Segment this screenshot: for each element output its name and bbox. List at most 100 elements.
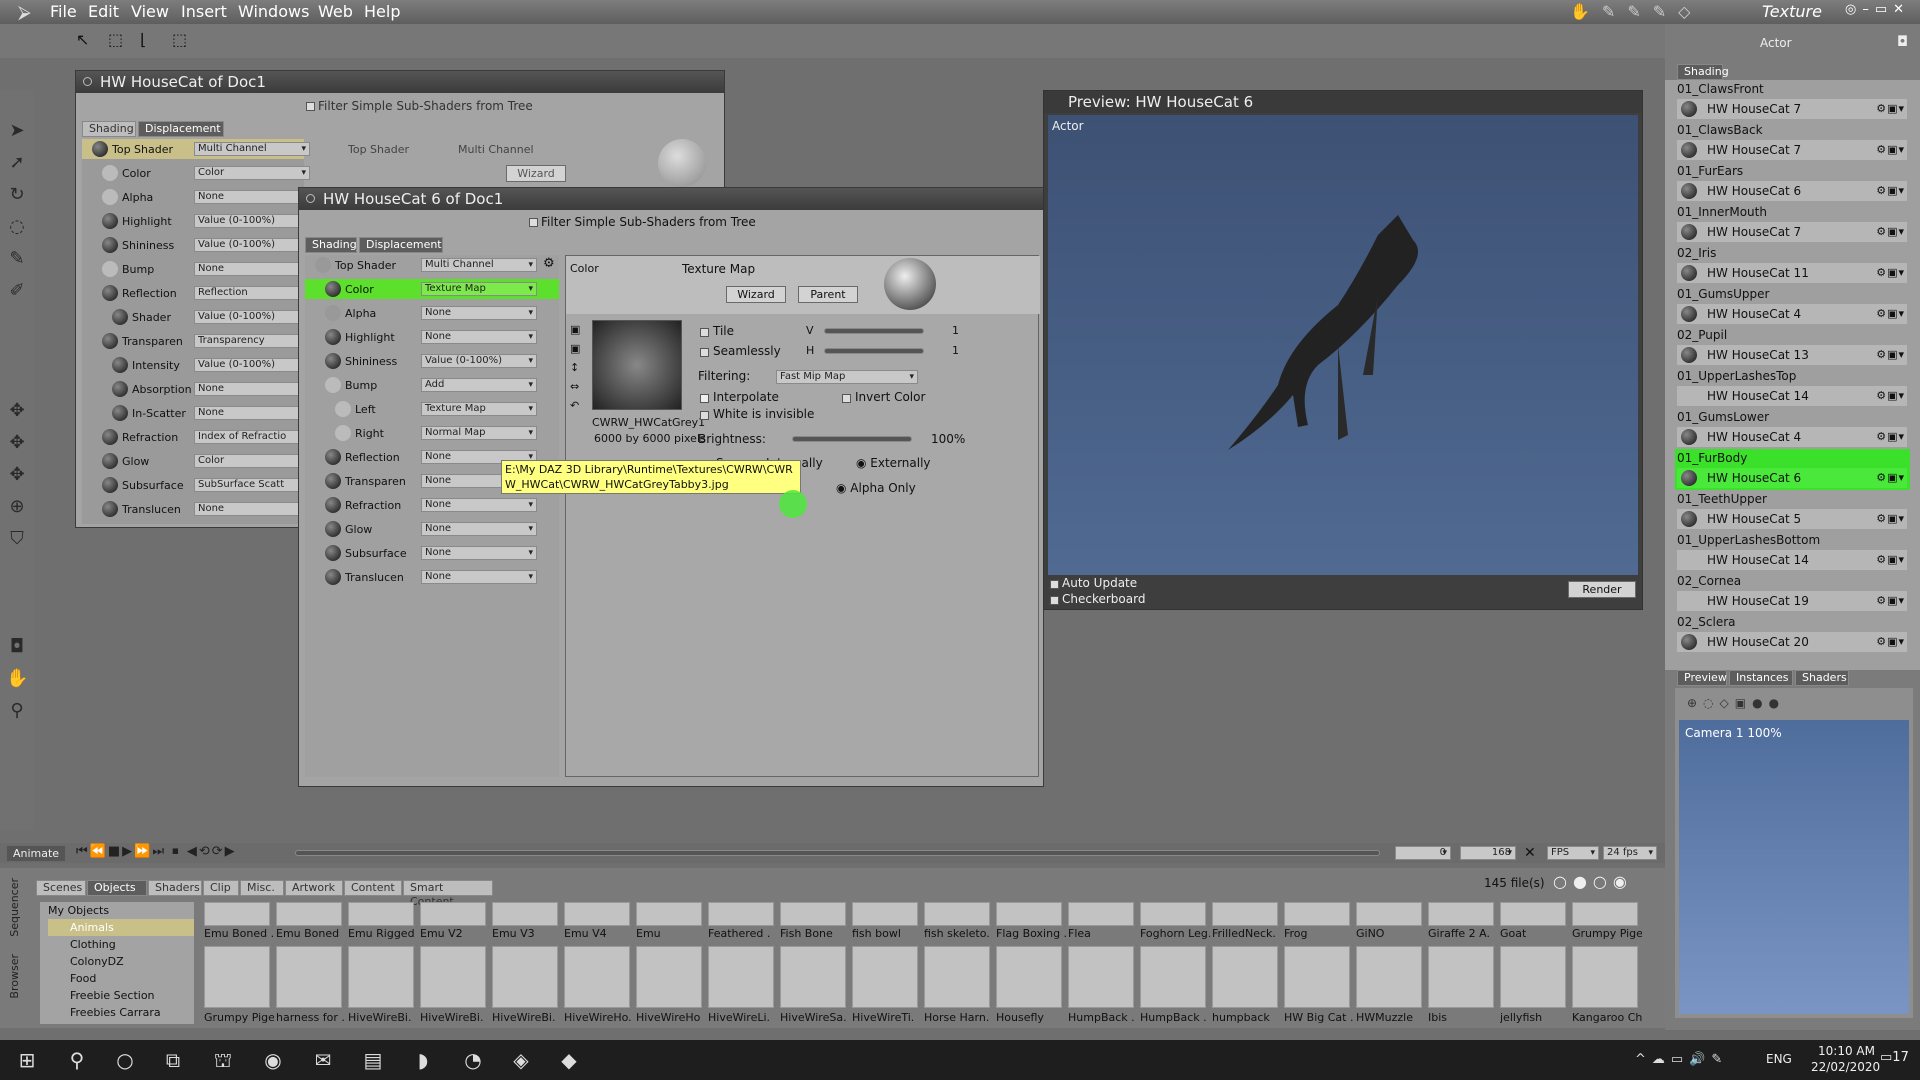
back-row[interactable]: Reflection Reflection (82, 283, 310, 303)
view-mode-icons[interactable]: ○●○◉ (1553, 872, 1633, 891)
thumbnail-label[interactable]: Giraffe 2 A. (1428, 927, 1498, 940)
thumbnail[interactable] (564, 946, 630, 1008)
thumbnail[interactable] (636, 946, 702, 1008)
list-item-selected[interactable]: 01_FurBody HW HouseCat 6 ⚙▣▾ (1675, 449, 1910, 490)
thumbnail-label[interactable]: Emu V3 (492, 927, 562, 940)
thumbnail[interactable] (996, 946, 1062, 1008)
tab-scenes[interactable]: Scenes (36, 880, 86, 896)
playback-controls[interactable]: ⏮⏪■▶⏩⏭ ⏹ ◀⟲⟳▶ (76, 844, 237, 859)
thumbnail-label[interactable]: HumpBack . (1068, 1011, 1138, 1024)
list-item[interactable]: 01_UpperLashesBottom HW HouseCat 14 ⚙▣▾ (1675, 531, 1910, 572)
bottom-tab-instances[interactable]: Instances (1729, 670, 1793, 686)
back-row[interactable]: Intensity Value (0-100%) (82, 355, 310, 375)
thumbnail-label[interactable]: Feathered . (708, 927, 778, 940)
list-item[interactable]: 01_UpperLashesTop HW HouseCat 14 ⚙▣▾ (1675, 367, 1910, 408)
corner-icon[interactable]: ⌊ (140, 30, 146, 49)
alpha-only-radio[interactable]: ◉ Alpha Only (836, 481, 916, 495)
tray-icons[interactable]: ^☁▭🔊✎ (1635, 1052, 1728, 1067)
menu-edit[interactable]: Edit (88, 2, 119, 21)
thumbnail[interactable] (492, 946, 558, 1008)
back-row[interactable]: Highlight Value (0-100%) (82, 211, 310, 231)
back-tab-displacement[interactable]: Displacement (138, 121, 224, 137)
thumbnail-label[interactable]: HWMuzzle (1356, 1011, 1426, 1024)
back-row-top-shader[interactable]: Top Shader Multi Channel (82, 139, 310, 159)
thumbnail-label[interactable]: Grumpy Pige. (204, 1011, 274, 1024)
v-slider[interactable] (824, 328, 924, 334)
thumbnail[interactable] (348, 946, 414, 1008)
thumbnail-label[interactable]: Goat (1500, 927, 1570, 940)
thumbnail-label[interactable]: HiveWireHo. (564, 1011, 634, 1024)
back-row[interactable]: Subsurface SubSurface Scatt (82, 475, 310, 495)
thumbnail[interactable] (1572, 946, 1638, 1008)
interpolate-checkbox[interactable] (700, 394, 709, 403)
thumbnail-label[interactable]: Emu (636, 927, 706, 940)
preview-render-area[interactable]: Actor (1048, 115, 1638, 575)
menu-insert[interactable]: Insert (181, 2, 227, 21)
thumbnail[interactable] (1140, 946, 1206, 1008)
front-row[interactable]: Subsurface None (305, 543, 559, 563)
front-filter-checkbox[interactable] (529, 218, 538, 227)
front-row-top-shader[interactable]: Top ShaderMulti Channel⚙ (305, 255, 559, 275)
list-item[interactable]: 01_GumsLower HW HouseCat 4 ⚙▣▾ (1675, 408, 1910, 449)
bottom-tab-preview[interactable]: Preview (1677, 670, 1727, 686)
front-row[interactable]: Left Texture Map (305, 399, 559, 419)
menu-web[interactable]: Web (318, 2, 353, 21)
back-row[interactable]: Color Color (82, 163, 310, 183)
back-row[interactable]: Transparen Transparency (82, 331, 310, 351)
thumbnail-label[interactable]: HiveWireTi. (852, 1011, 922, 1024)
thumbnail-label[interactable]: Emu V2 (420, 927, 490, 940)
menu-view[interactable]: View (131, 2, 169, 21)
back-row[interactable]: Alpha None (82, 187, 310, 207)
thumbnail-label[interactable]: Fish Bone (780, 927, 850, 940)
thumbnail-label[interactable]: Kangaroo Ch. (1572, 1011, 1642, 1024)
texture-thumbnail[interactable] (592, 320, 682, 410)
thumbnail-label[interactable]: Housefly (996, 1011, 1066, 1024)
thumbnail[interactable] (780, 946, 846, 1008)
thumbnail[interactable] (924, 946, 990, 1008)
task-view-icon[interactable]: ⧉ (160, 1048, 186, 1074)
menu-file[interactable]: File (50, 2, 77, 21)
shield-tool-icon[interactable]: ⛉ (6, 528, 28, 550)
carrara-icon[interactable]: ◈ (508, 1048, 534, 1074)
thumbnail-label[interactable]: Emu Boned . (204, 927, 274, 940)
fps-value-select[interactable]: 24 fps (1603, 846, 1657, 860)
thumbnail-label[interactable]: Emu V4 (564, 927, 634, 940)
list-item[interactable]: 01_InnerMouth HW HouseCat 7 ⚙▣▾ (1675, 203, 1910, 244)
thumbnail[interactable] (852, 902, 918, 926)
close-timeline-icon[interactable]: ✕ (1524, 845, 1536, 861)
front-row[interactable]: Translucen None (305, 567, 559, 587)
thumbnail[interactable] (1428, 902, 1494, 926)
back-row[interactable]: Translucen None (82, 499, 310, 519)
back-row[interactable]: Shininess Value (0-100%) (82, 235, 310, 255)
room-icons[interactable]: ✋✎✎✎◇ (1570, 2, 1702, 21)
program-icon[interactable]: ◆ (556, 1048, 582, 1074)
tab-artwork[interactable]: Artwork (285, 880, 343, 896)
cortana-icon[interactable]: ○ (112, 1048, 138, 1074)
tree-item[interactable]: Clothing (48, 936, 194, 953)
mail-icon[interactable]: ✉ (310, 1048, 336, 1074)
tab-smart-content[interactable]: Smart Content (403, 880, 493, 908)
parent-button[interactable]: Parent (798, 286, 858, 303)
filtering-select[interactable]: Fast Mip Map (776, 370, 918, 384)
preview-title[interactable]: Preview: HW HouseCat 6 (1044, 91, 1642, 113)
thumbnail[interactable] (420, 902, 486, 926)
timeline-scrubber[interactable] (295, 850, 1380, 856)
thumbnail[interactable] (1572, 902, 1638, 926)
list-item[interactable]: 01_ClawsFront HW HouseCat 7 ⚙▣▾ (1675, 80, 1910, 121)
hand-tool-icon[interactable]: ✋ (6, 668, 28, 690)
folder-icon[interactable]: ▤ (360, 1048, 386, 1074)
messenger-icon[interactable]: ◗ (410, 1048, 436, 1074)
pin-icon[interactable]: ◘ (1897, 34, 1908, 50)
thumbnail-label[interactable]: Emu Boned (276, 927, 346, 940)
thumbnail[interactable] (492, 902, 558, 926)
back-filter-checkbox[interactable] (306, 102, 315, 111)
fps-select[interactable]: FPS (1547, 846, 1599, 860)
thumbnail-label[interactable]: Flea (1068, 927, 1138, 940)
select-arrow-icon[interactable]: ↖ (76, 30, 89, 49)
thumbnail[interactable] (276, 946, 342, 1008)
thumbnail-label[interactable]: HiveWireBi. (420, 1011, 490, 1024)
render-button[interactable]: Render (1568, 581, 1636, 598)
thumbnail[interactable] (564, 902, 630, 926)
list-item[interactable]: 02_Cornea HW HouseCat 19 ⚙▣▾ (1675, 572, 1910, 613)
store-icon[interactable]: ⛫ (210, 1048, 236, 1074)
